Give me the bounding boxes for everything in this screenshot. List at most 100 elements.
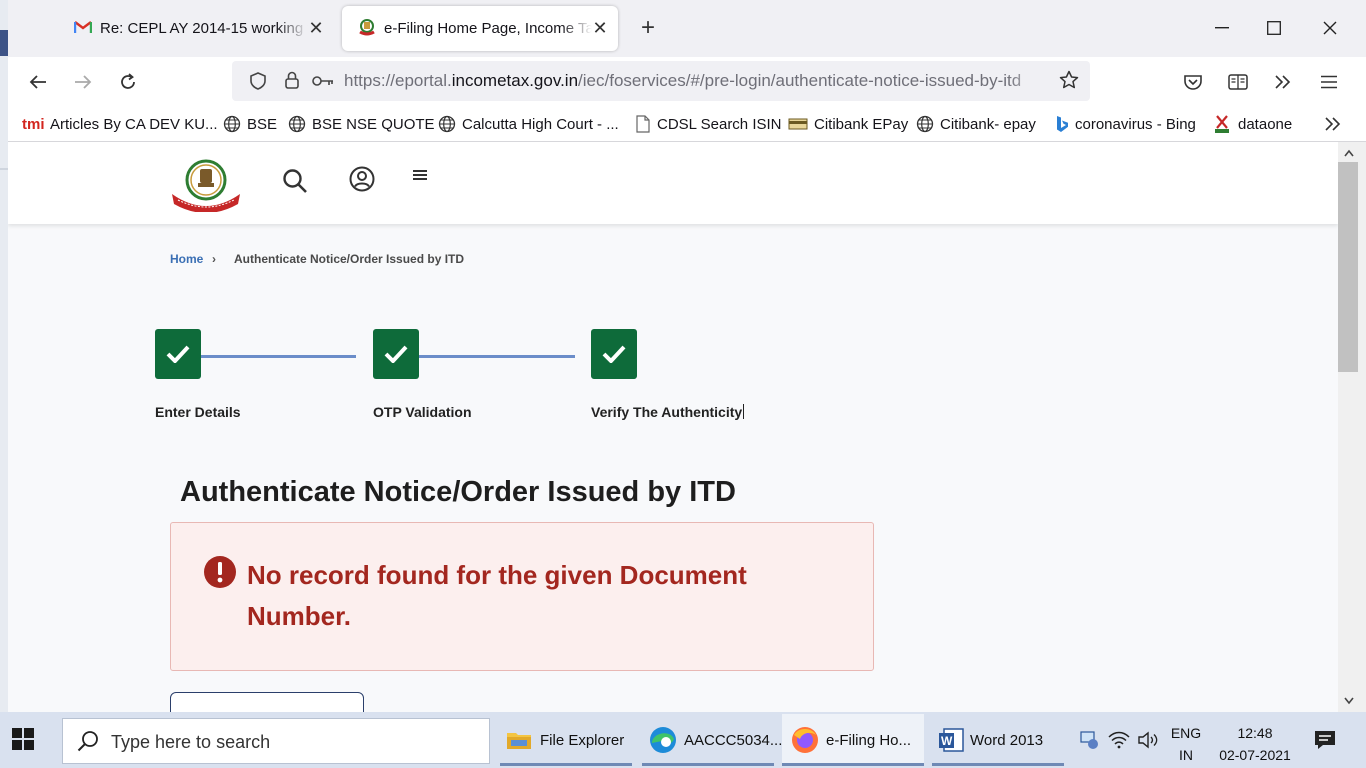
step-connector [201, 355, 356, 358]
address-bar[interactable]: https://eportal.incometax.gov.in/iec/fos… [232, 61, 1090, 101]
bookmark-label: Articles By CA DEV KU... [50, 115, 218, 133]
minimize-button[interactable] [1202, 12, 1242, 44]
hamburger-menu-icon[interactable] [405, 160, 435, 190]
overflow-chevrons-icon[interactable] [1266, 65, 1300, 99]
page-scrollbar[interactable] [1338, 142, 1366, 712]
bookmark-label: Citibank EPay [814, 115, 909, 133]
taskbar-edge[interactable]: AACCC5034... [642, 714, 782, 766]
close-tab-icon[interactable]: ✕ [308, 18, 324, 39]
tab-efiling[interactable]: e-Filing Home Page, Income Tax ✕ [342, 6, 618, 51]
windows-taskbar: Type here to search File Explorer AACCC5… [0, 712, 1366, 768]
bookmarks-overflow-icon[interactable] [1324, 114, 1342, 134]
wifi-icon[interactable] [1108, 712, 1130, 768]
url-path: /iec/foservices/#/pre-login/authenticate… [578, 71, 1022, 90]
globe-icon [438, 115, 456, 133]
step-verify-authenticity-check [591, 329, 637, 379]
card-icon [788, 117, 808, 131]
taskbar-app-label: File Explorer [540, 731, 625, 749]
bookmark-citibank-epay-2[interactable]: Citibank- epay [916, 114, 1036, 134]
tab-gmail[interactable]: Re: CEPL AY 2014-15 working fo ✕ [58, 6, 334, 51]
text-caret [743, 404, 745, 419]
checkmark-icon [166, 345, 190, 363]
taskbar-file-explorer[interactable]: File Explorer [500, 714, 632, 766]
taskbar-app-label: Word 2013 [970, 731, 1044, 749]
scroll-up-icon[interactable] [1344, 144, 1354, 162]
url-prefix: https://eportal. [344, 71, 452, 90]
close-window-button[interactable] [1310, 12, 1350, 44]
running-indicator [500, 763, 632, 766]
taskbar-firefox[interactable]: e-Filing Ho... [782, 714, 924, 766]
site-header [8, 142, 1338, 224]
error-message: No record found for the given Document N… [247, 560, 747, 631]
running-indicator [932, 763, 1064, 766]
desktop-edge [0, 0, 8, 712]
maximize-button[interactable] [1254, 12, 1294, 44]
folder-icon [506, 729, 532, 751]
breadcrumb-home-link[interactable]: Home [170, 252, 203, 266]
user-account-icon[interactable] [347, 164, 377, 194]
checkmark-icon [602, 345, 626, 363]
bookmark-bing[interactable]: coronavirus - Bing [1055, 114, 1196, 134]
bookmark-label: coronavirus - Bing [1075, 115, 1196, 133]
key-icon[interactable] [312, 74, 334, 92]
notifications-icon[interactable] [1314, 712, 1336, 768]
taskbar-word[interactable]: W Word 2013 [932, 714, 1064, 766]
bookmark-citibank-epay[interactable]: Citibank EPay [788, 114, 908, 134]
error-alert: No record found for the given Document N… [170, 522, 874, 671]
income-tax-department-logo[interactable] [168, 158, 244, 213]
dataone-icon [1212, 114, 1232, 134]
tmi-logo-icon: tmi [22, 116, 44, 132]
browser-window: Re: CEPL AY 2014-15 working fo ✕ e-Filin… [8, 0, 1366, 712]
shield-icon[interactable] [250, 72, 266, 95]
new-tab-button[interactable]: + [636, 14, 660, 42]
bookmark-bse-nse-quote[interactable]: BSE NSE QUOTE [288, 114, 435, 134]
tab-strip: Re: CEPL AY 2014-15 working fo ✕ e-Filin… [8, 0, 1366, 57]
lock-icon[interactable] [285, 71, 299, 94]
search-icon[interactable] [280, 166, 310, 196]
bookmark-dataone[interactable]: dataone [1212, 114, 1292, 134]
firefox-icon [790, 725, 820, 755]
forward-button[interactable] [66, 65, 100, 99]
emblem-icon [358, 18, 376, 40]
scrollbar-thumb[interactable] [1338, 162, 1358, 372]
star-icon[interactable] [1059, 70, 1079, 95]
bookmark-bse[interactable]: BSE [223, 114, 277, 134]
navigation-bar: https://eportal.incometax.gov.in/iec/fos… [8, 57, 1366, 106]
network-share-icon[interactable] [1078, 712, 1100, 768]
input-language-indicator[interactable]: ENG IN [1166, 722, 1206, 766]
url-domain: incometax.gov.in [451, 71, 579, 90]
taskbar-search-box[interactable]: Type here to search [62, 718, 490, 764]
pocket-icon[interactable] [1176, 65, 1210, 99]
reload-button[interactable] [111, 65, 145, 99]
scroll-down-icon[interactable] [1344, 692, 1354, 710]
language-region: IN [1179, 747, 1193, 763]
windows-start-icon[interactable] [12, 728, 34, 755]
svg-text:W: W [941, 734, 953, 748]
running-indicator [642, 763, 774, 766]
search-icon [77, 730, 99, 757]
bookmark-tmi[interactable]: tmi Articles By CA DEV KU... [22, 114, 218, 134]
language-code: ENG [1170, 725, 1202, 741]
bookmark-cdsl[interactable]: CDSL Search ISIN [635, 114, 782, 134]
breadcrumb-separator-icon: › [212, 252, 216, 266]
clock-time: 12:48 [1237, 725, 1273, 741]
taskbar-clock[interactable]: 12:48 02-07-2021 [1210, 722, 1300, 766]
back-button[interactable] [21, 65, 55, 99]
edge-icon [648, 725, 678, 755]
step-label-active: Verify The Authenticity [591, 404, 745, 420]
app-menu-icon[interactable] [1312, 65, 1346, 99]
back-action-button[interactable] [170, 692, 364, 712]
volume-icon[interactable] [1138, 712, 1160, 768]
reader-view-icon[interactable] [1221, 65, 1255, 99]
step-label: OTP Validation [373, 404, 472, 420]
close-tab-icon[interactable]: ✕ [592, 18, 608, 39]
svg-text:tmi: tmi [22, 116, 44, 132]
taskbar-app-label: e-Filing Ho... [826, 731, 912, 749]
url-text[interactable]: https://eportal.incometax.gov.in/iec/fos… [344, 71, 1050, 93]
bookmark-label: Citibank- epay [940, 115, 1036, 133]
bing-icon [1055, 115, 1069, 133]
globe-icon [223, 115, 241, 133]
bookmark-calcutta-high-court[interactable]: Calcutta High Court - ... [438, 114, 619, 134]
bookmark-label: dataone [1238, 115, 1293, 133]
bookmarks-toolbar: tmi Articles By CA DEV KU... BSE BSE NSE… [8, 106, 1366, 142]
